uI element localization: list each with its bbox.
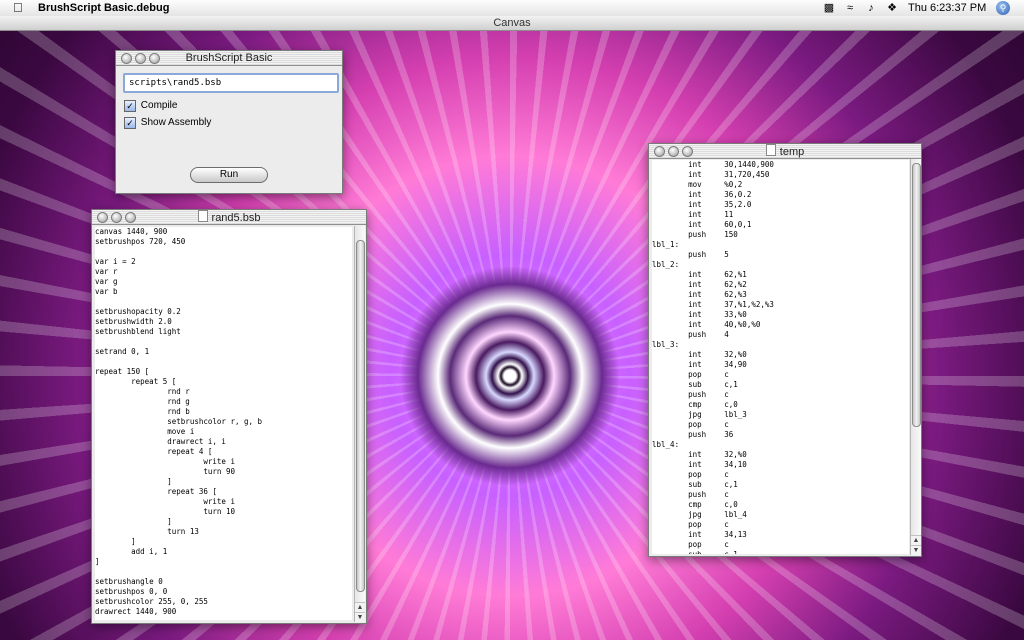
- assembly-code-view[interactable]: int 30,1440,900 int 31,720,450 mov %0,2 …: [652, 160, 909, 554]
- brushscript-window-title: BrushScript Basic: [185, 52, 273, 64]
- zoom-icon[interactable]: [125, 212, 136, 223]
- brushscript-window: BrushScript Basic ✓ Compile ✓ Show Assem…: [115, 50, 343, 194]
- close-icon[interactable]: [97, 212, 108, 223]
- scroll-down-icon[interactable]: ▼: [355, 612, 365, 622]
- apple-menu-icon[interactable]: : [13, 0, 23, 16]
- source-window-title: rand5.bsb: [211, 212, 261, 224]
- window-controls: [97, 212, 139, 226]
- document-icon: [197, 210, 208, 222]
- volume-icon[interactable]: ♪: [864, 2, 878, 14]
- minimize-icon[interactable]: [135, 53, 146, 64]
- bluetooth-icon[interactable]: ❖: [885, 2, 899, 14]
- zoom-icon[interactable]: [682, 146, 693, 157]
- menubar-clock[interactable]: Thu 6:23:37 PM: [908, 0, 986, 16]
- canvas-window-title[interactable]: Canvas: [0, 16, 1024, 31]
- close-icon[interactable]: [121, 53, 132, 64]
- show-assembly-option[interactable]: ✓ Show Assembly: [124, 117, 211, 129]
- brushscript-titlebar[interactable]: BrushScript Basic: [116, 51, 342, 66]
- scroll-thumb[interactable]: [912, 163, 921, 427]
- menu-bar:  BrushScript Basic.debug ▩ ≈ ♪ ❖ Thu 6:…: [0, 0, 1024, 17]
- zoom-icon[interactable]: [149, 53, 160, 64]
- scroll-up-icon[interactable]: ▲: [911, 535, 921, 545]
- document-icon: [765, 144, 776, 156]
- assembly-window-title: temp: [779, 146, 805, 158]
- wifi-icon[interactable]: ≈: [843, 2, 857, 14]
- spotlight-icon[interactable]: ⚲: [996, 1, 1010, 15]
- minimize-icon[interactable]: [668, 146, 679, 157]
- show-assembly-checkbox[interactable]: ✓: [124, 117, 136, 129]
- scroll-down-icon[interactable]: ▼: [911, 545, 921, 555]
- source-window: rand5.bsb canvas 1440, 900 setbrushpos 7…: [91, 209, 367, 624]
- source-scrollbar[interactable]: ▲ ▼: [354, 226, 365, 622]
- scroll-up-icon[interactable]: ▲: [355, 602, 365, 612]
- assembly-scrollbar[interactable]: ▲ ▼: [910, 159, 921, 555]
- close-icon[interactable]: [654, 146, 665, 157]
- assembly-window: temp int 30,1440,900 int 31,720,450 mov …: [648, 143, 922, 557]
- compile-checkbox[interactable]: ✓: [124, 100, 136, 112]
- app-menu-title[interactable]: BrushScript Basic.debug: [38, 0, 169, 16]
- window-controls: [654, 146, 696, 160]
- show-assembly-label: Show Assembly: [140, 117, 212, 128]
- display-icon[interactable]: ▩: [822, 2, 836, 14]
- scroll-thumb[interactable]: [356, 240, 365, 592]
- compile-option[interactable]: ✓ Compile: [124, 100, 177, 112]
- source-titlebar[interactable]: rand5.bsb: [92, 210, 366, 225]
- source-code-editor[interactable]: canvas 1440, 900 setbrushpos 720, 450 va…: [95, 227, 352, 620]
- run-button[interactable]: Run: [190, 167, 268, 183]
- assembly-titlebar[interactable]: temp: [649, 144, 921, 159]
- compile-label: Compile: [140, 100, 178, 111]
- window-controls: [121, 53, 163, 67]
- minimize-icon[interactable]: [111, 212, 122, 223]
- script-path-input[interactable]: [123, 73, 339, 93]
